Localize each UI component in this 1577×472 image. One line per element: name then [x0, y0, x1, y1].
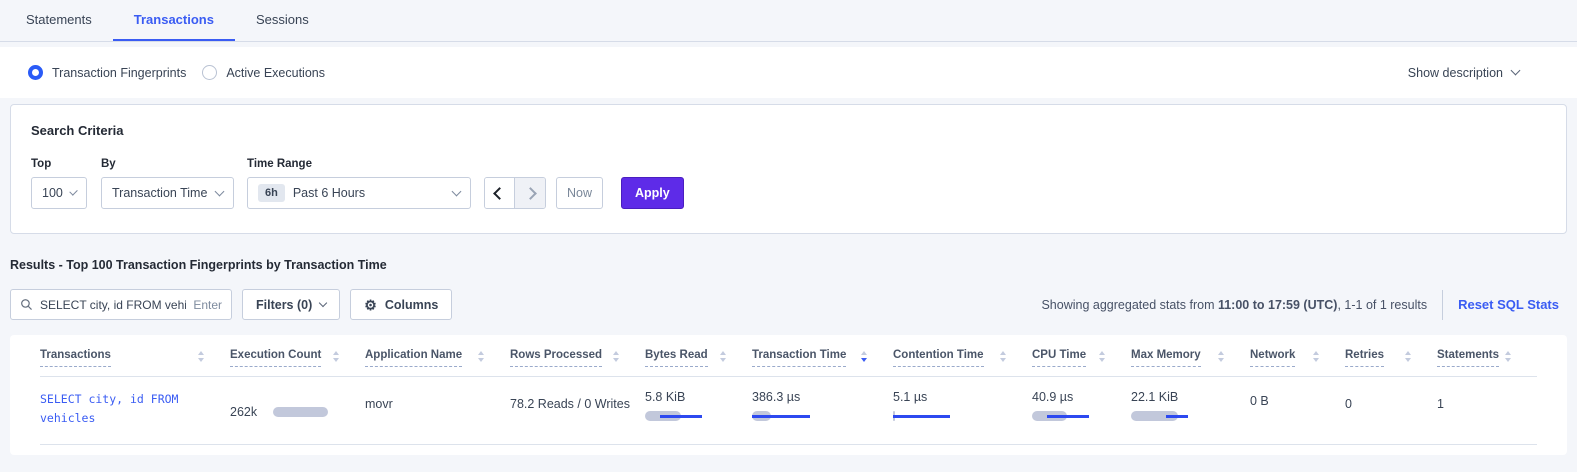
radio-transaction-fingerprints[interactable]: Transaction Fingerprints	[28, 65, 186, 80]
radio-active-executions[interactable]: Active Executions	[202, 65, 325, 80]
tab-sessions[interactable]: Sessions	[235, 0, 330, 41]
chevron-right-icon	[524, 187, 537, 200]
radio-label: Transaction Fingerprints	[52, 66, 186, 80]
sort-icon[interactable]	[478, 351, 484, 362]
cell-rows-processed: 78.2 Reads / 0 Writes	[510, 390, 645, 428]
execution-count-bar	[273, 407, 328, 417]
chevron-down-icon	[452, 186, 462, 196]
column-header-max-memory[interactable]: Max Memory	[1131, 349, 1250, 376]
radio-selected-icon	[28, 65, 43, 80]
time-range-select[interactable]: 6h Past 6 Hours	[247, 177, 471, 209]
bytes-read-bar	[645, 411, 715, 421]
contention-time-bar	[893, 411, 963, 421]
sort-icon[interactable]	[720, 351, 726, 362]
cell-contention-time: 5.1 µs	[893, 390, 1032, 428]
next-time-button[interactable]	[515, 178, 545, 208]
tab-transactions[interactable]: Transactions	[113, 0, 235, 41]
previous-time-button[interactable]	[485, 178, 515, 208]
column-header-retries[interactable]: Retries	[1345, 349, 1437, 376]
column-header-rows-processed[interactable]: Rows Processed	[510, 349, 645, 376]
column-header-application-name[interactable]: Application Name	[365, 349, 510, 376]
tab-statements[interactable]: Statements	[5, 0, 113, 41]
column-header-bytes-read[interactable]: Bytes Read	[645, 349, 752, 376]
column-header-execution-count[interactable]: Execution Count	[230, 349, 365, 376]
enter-hint: Enter	[193, 298, 222, 312]
by-select-value: Transaction Time	[112, 186, 207, 200]
search-criteria-title: Search Criteria	[31, 123, 1546, 138]
transaction-time-bar	[752, 411, 822, 421]
show-description-toggle[interactable]: Show description	[1408, 66, 1519, 80]
columns-label: Columns	[385, 298, 438, 312]
page-tabs: Statements Transactions Sessions	[0, 0, 1577, 42]
max-memory-bar	[1131, 411, 1201, 421]
filters-label: Filters (0)	[256, 298, 312, 312]
apply-button[interactable]: Apply	[621, 177, 684, 209]
cell-bytes-read: 5.8 KiB	[645, 390, 752, 428]
columns-button[interactable]: ⚙ Columns	[350, 289, 452, 320]
top-select-value: 100	[42, 186, 63, 200]
divider	[1442, 290, 1443, 320]
sort-icon[interactable]	[198, 351, 204, 362]
sort-icon[interactable]	[613, 351, 619, 362]
sort-icon[interactable]	[1218, 351, 1224, 362]
transactions-table: Transactions Execution Count Application…	[10, 335, 1567, 455]
top-select[interactable]: 100	[31, 177, 87, 209]
sort-icon[interactable]	[861, 351, 867, 362]
radio-unselected-icon	[202, 65, 217, 80]
search-input[interactable]	[40, 298, 186, 312]
cell-transaction-time: 386.3 µs	[752, 390, 893, 428]
view-mode-bar: Transaction Fingerprints Active Executio…	[0, 47, 1577, 98]
chevron-down-icon	[69, 187, 78, 196]
time-range-badge: 6h	[258, 184, 285, 202]
column-header-contention-time[interactable]: Contention Time	[893, 349, 1032, 376]
chevron-left-icon	[493, 187, 506, 200]
top-label: Top	[31, 158, 87, 170]
search-box[interactable]: Enter	[10, 289, 232, 320]
cell-application-name: movr	[365, 390, 510, 428]
time-range-value: Past 6 Hours	[293, 186, 365, 200]
aggregated-stats-text: Showing aggregated stats from 11:00 to 1…	[1041, 298, 1427, 312]
column-header-transaction-time[interactable]: Transaction Time	[752, 349, 893, 376]
table-row: SELECT city, id FROM vehicles 262k movr …	[40, 377, 1537, 445]
time-step-group	[484, 177, 546, 209]
chevron-down-icon	[1511, 66, 1521, 76]
filters-button[interactable]: Filters (0)	[242, 289, 340, 320]
sort-icon[interactable]	[1405, 351, 1411, 362]
cell-cpu-time: 40.9 µs	[1032, 390, 1131, 428]
search-criteria-panel: Search Criteria Top 100 By Transaction T…	[10, 104, 1567, 234]
cell-statements: 1	[1437, 390, 1537, 428]
chevron-down-icon	[215, 186, 225, 196]
results-heading: Results - Top 100 Transaction Fingerprin…	[10, 258, 1577, 272]
sort-icon[interactable]	[333, 351, 339, 362]
sort-icon[interactable]	[1099, 351, 1105, 362]
table-header-row: Transactions Execution Count Application…	[40, 335, 1537, 377]
search-icon	[20, 298, 33, 311]
cell-execution-count: 262k	[230, 390, 365, 428]
column-header-transactions[interactable]: Transactions	[40, 349, 230, 376]
chevron-down-icon	[319, 299, 327, 307]
cell-max-memory: 22.1 KiB	[1131, 390, 1250, 428]
column-header-cpu-time[interactable]: CPU Time	[1032, 349, 1131, 376]
cpu-time-bar	[1032, 411, 1102, 421]
cell-network: 0 B	[1250, 390, 1345, 428]
transaction-fingerprint-link[interactable]: SELECT city, id FROM vehicles	[40, 390, 205, 428]
radio-label: Active Executions	[226, 66, 325, 80]
sort-icon[interactable]	[1505, 351, 1511, 362]
by-label: By	[101, 158, 234, 170]
reset-sql-stats-link[interactable]: Reset SQL Stats	[1458, 297, 1559, 312]
sort-icon[interactable]	[1000, 351, 1006, 362]
column-header-network[interactable]: Network	[1250, 349, 1345, 376]
show-description-label: Show description	[1408, 66, 1503, 80]
cell-retries: 0	[1345, 390, 1437, 428]
now-button[interactable]: Now	[556, 177, 603, 209]
sort-icon[interactable]	[1313, 351, 1319, 362]
gear-icon: ⚙	[364, 298, 377, 312]
time-range-label: Time Range	[247, 158, 471, 170]
by-select[interactable]: Transaction Time	[101, 177, 234, 209]
results-controls-row: Enter Filters (0) ⚙ Columns Showing aggr…	[10, 289, 1567, 320]
column-header-statements[interactable]: Statements	[1437, 349, 1537, 376]
